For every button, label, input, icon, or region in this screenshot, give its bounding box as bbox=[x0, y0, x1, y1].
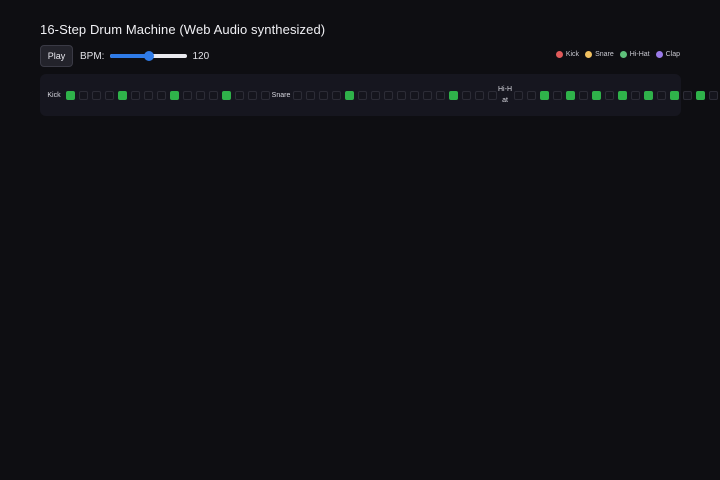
play-button[interactable]: Play bbox=[40, 45, 73, 67]
legend-dot-kick bbox=[555, 51, 563, 58]
step-pad[interactable] bbox=[410, 90, 419, 100]
legend-label: Clap bbox=[665, 51, 680, 58]
step-pad[interactable] bbox=[670, 90, 679, 100]
step-row bbox=[293, 90, 501, 100]
legend-dot-hihat bbox=[619, 51, 627, 58]
step-pad[interactable] bbox=[170, 90, 179, 100]
step-pad[interactable] bbox=[131, 90, 140, 100]
step-pad[interactable] bbox=[449, 90, 458, 100]
step-pad[interactable] bbox=[696, 90, 705, 100]
step-pad[interactable] bbox=[683, 90, 692, 100]
step-pad[interactable] bbox=[358, 90, 367, 100]
step-pad[interactable] bbox=[644, 90, 653, 100]
step-pad[interactable] bbox=[436, 90, 445, 100]
step-pad[interactable] bbox=[540, 90, 549, 100]
bpm-label: BPM: bbox=[80, 50, 105, 62]
legend-item-kick: Kick bbox=[555, 51, 580, 58]
step-pad[interactable] bbox=[566, 90, 575, 100]
legend-item-hihat: Hi-Hat bbox=[619, 51, 650, 58]
step-pad[interactable] bbox=[293, 90, 302, 100]
track-label: Hi-Hat bbox=[498, 86, 512, 104]
step-pad[interactable] bbox=[306, 90, 315, 100]
step-pad[interactable] bbox=[371, 90, 380, 100]
transport-controls: Play BPM: 120 bbox=[40, 45, 209, 67]
track-lane-2: Hi-Hat bbox=[498, 74, 720, 116]
step-pad[interactable] bbox=[397, 90, 406, 100]
step-pad[interactable] bbox=[631, 90, 640, 100]
sequencer-grid: Kick Snare Hi-Hat bbox=[40, 74, 718, 116]
legend-item-snare: Snare bbox=[585, 51, 614, 58]
step-pad[interactable] bbox=[118, 90, 127, 100]
step-pad[interactable] bbox=[332, 90, 341, 100]
legend-dot-clap bbox=[655, 51, 663, 58]
step-pad[interactable] bbox=[92, 90, 101, 100]
step-pad[interactable] bbox=[579, 90, 588, 100]
step-pad[interactable] bbox=[488, 90, 497, 100]
step-pad[interactable] bbox=[514, 90, 523, 100]
step-pad[interactable] bbox=[618, 90, 627, 100]
track-lane-1: Snare bbox=[271, 74, 501, 116]
step-pad[interactable] bbox=[423, 90, 432, 100]
bpm-slider[interactable] bbox=[110, 50, 188, 62]
step-pad[interactable] bbox=[144, 90, 153, 100]
step-pad[interactable] bbox=[605, 90, 614, 100]
step-pad[interactable] bbox=[79, 90, 88, 100]
bpm-value: 120 bbox=[192, 50, 210, 62]
step-pad[interactable] bbox=[248, 90, 257, 100]
step-pad[interactable] bbox=[553, 90, 562, 100]
step-pad[interactable] bbox=[235, 90, 244, 100]
step-row bbox=[514, 90, 720, 100]
step-pad[interactable] bbox=[709, 90, 718, 100]
app: 16-Step Drum Machine (Web Audio synthesi… bbox=[0, 0, 720, 480]
step-pad[interactable] bbox=[527, 90, 536, 100]
step-pad[interactable] bbox=[345, 90, 354, 100]
legend-dot-snare bbox=[585, 51, 593, 58]
step-row bbox=[66, 90, 274, 100]
step-pad[interactable] bbox=[157, 90, 166, 100]
step-pad[interactable] bbox=[475, 90, 484, 100]
step-pad[interactable] bbox=[196, 90, 205, 100]
step-pad[interactable] bbox=[209, 90, 218, 100]
step-pad[interactable] bbox=[319, 90, 328, 100]
page-title: 16-Step Drum Machine (Web Audio synthesi… bbox=[40, 22, 326, 37]
step-pad[interactable] bbox=[592, 90, 601, 100]
step-pad[interactable] bbox=[657, 90, 666, 100]
step-pad[interactable] bbox=[105, 90, 114, 100]
step-pad[interactable] bbox=[261, 90, 270, 100]
track-label: Kick bbox=[47, 91, 61, 99]
step-pad[interactable] bbox=[66, 90, 75, 100]
legend-label: Hi-Hat bbox=[629, 51, 650, 58]
step-pad[interactable] bbox=[183, 90, 192, 100]
step-pad[interactable] bbox=[222, 90, 231, 100]
legend-item-clap: Clap bbox=[655, 51, 680, 58]
legend-label: Kick bbox=[565, 51, 580, 58]
track-label: Snare bbox=[271, 91, 291, 99]
step-pad[interactable] bbox=[384, 90, 393, 100]
bpm-slider-thumb[interactable] bbox=[143, 51, 154, 61]
legend: Kick Snare Hi-Hat Clap bbox=[550, 51, 680, 58]
legend-label: Snare bbox=[595, 51, 614, 58]
track-lane-0: Kick bbox=[44, 74, 274, 116]
step-pad[interactable] bbox=[462, 90, 471, 100]
